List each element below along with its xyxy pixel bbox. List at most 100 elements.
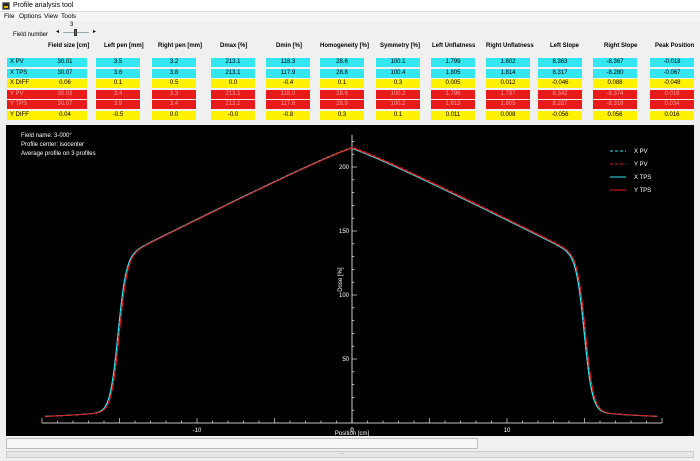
table-cell: 100.4 (376, 68, 420, 78)
series-line-x-pv (45, 147, 658, 417)
table-cell: -8.318 (593, 100, 637, 109)
menu-file[interactable]: File (4, 13, 14, 20)
table-cell: 8.342 (538, 89, 582, 99)
table-cell: 0.012 (486, 79, 530, 88)
table-cell: 1.805 (486, 100, 530, 109)
title-bar: Profile analysis tool (0, 0, 700, 12)
table-cell: 3.4 (152, 100, 196, 109)
y-tick-label: 150 (339, 229, 350, 235)
table-cell: 0.088 (593, 79, 637, 88)
table-cell: 0.5 (152, 79, 196, 88)
table-cell: -0.018 (650, 58, 694, 67)
table-cell: 0.016 (650, 110, 694, 120)
table-cell: 0.04 (43, 110, 87, 120)
menu-view[interactable]: View (44, 13, 58, 20)
plot-info-profile-center: Profile center: isocenter (21, 142, 85, 148)
table-cell: -0.4 (266, 79, 310, 88)
menu-bar: File Options View Tools (0, 12, 700, 21)
table-cell: 30.07 (43, 68, 87, 78)
col-dmin: Dmin [%] (276, 43, 302, 49)
table-cell: 118.0 (266, 89, 310, 99)
table-cell: 30.07 (43, 100, 87, 109)
x-tick-label: -10 (193, 428, 202, 434)
table-cell: 1.814 (486, 68, 530, 78)
legend-label: X TPS (634, 175, 651, 181)
menu-options[interactable]: Options (19, 13, 41, 20)
y-tick-label: 200 (339, 165, 350, 171)
col-peak-position: Peak Position (655, 43, 695, 49)
plot-svg: -10 0 10050100150200Position [cm]Dose [%]X… (41, 135, 663, 436)
table-cell: 100.2 (376, 100, 420, 109)
horizontal-scrollbar[interactable]: ⋯ (6, 451, 694, 458)
table-cell: 0.056 (593, 110, 637, 120)
row-label: X PV (7, 58, 43, 67)
series-line-y-pv (45, 146, 658, 417)
table-cell: 3.8 (152, 68, 196, 78)
table-cell: 100.1 (376, 58, 420, 67)
col-homogeneity: Homogeneity [%] (320, 43, 370, 49)
app-icon (2, 2, 10, 10)
table-cell: 1.813 (431, 100, 475, 109)
table-cell: 0.034 (650, 100, 694, 109)
slider-thumb[interactable] (74, 29, 77, 36)
table-cell: 1.796 (431, 89, 475, 99)
table-cell: 0.1 (320, 79, 364, 88)
row-label: Y PV (7, 89, 43, 99)
table-cell: 8.363 (538, 58, 582, 67)
slider-right-arrow-icon[interactable]: ▸ (92, 29, 97, 36)
col-left-unflatness: Left Unflatness (432, 43, 476, 49)
slider-left-arrow-icon[interactable]: ◂ (55, 29, 60, 36)
legend-label: X PV (634, 149, 648, 155)
table-cell: 213.1 (211, 68, 255, 78)
table-cell: 213.1 (211, 58, 255, 67)
table-cell: -8.374 (593, 89, 637, 99)
table-cell: -0.046 (538, 79, 582, 88)
table-cell: 3.4 (96, 89, 140, 99)
table-cell: 0.1 (376, 110, 420, 120)
table-cell: 0.3 (376, 79, 420, 88)
table-cell: 0.06 (43, 79, 87, 88)
col-right-pen: Right pen [mm] (158, 43, 202, 49)
table-cell: 3.2 (152, 58, 196, 67)
table-cell: 118.3 (266, 58, 310, 67)
col-dmax: Dmax [%] (220, 43, 248, 49)
field-number-slider[interactable]: ◂ ▸ (55, 28, 97, 37)
table-cell: 28.9 (320, 100, 364, 109)
table-cell: 28.6 (320, 89, 364, 99)
col-left-pen: Left pen [mm] (104, 43, 144, 49)
table-cell: -0.056 (538, 110, 582, 120)
menu-tools[interactable]: Tools (61, 13, 76, 20)
table-cell: 1.805 (431, 68, 475, 78)
table-cell: 28.8 (320, 68, 364, 78)
table-cell: 3.6 (96, 68, 140, 78)
field-number-label: Field number (13, 32, 49, 38)
y-axis-label: Dose [%] (338, 267, 344, 292)
table-cell: 3.9 (96, 100, 140, 109)
plot-info-average: Average profile on 3 profiles (21, 151, 96, 157)
table-cell: 30.03 (43, 89, 87, 99)
table-cell: -8.367 (593, 58, 637, 67)
table-cell: 117.9 (266, 68, 310, 78)
table-cell: 213.1 (211, 100, 255, 109)
y-tick-label: 50 (342, 357, 349, 363)
table-cell: 3.5 (96, 58, 140, 67)
table-cell: 1.799 (431, 58, 475, 67)
scrollbar-grip-icon[interactable]: ⋯ (339, 452, 344, 457)
table-cell: 117.6 (266, 100, 310, 109)
row-label: X TPS (7, 68, 43, 78)
table-cell: 0.008 (486, 110, 530, 120)
table-cell: -0.067 (650, 68, 694, 78)
table-cell: 0.0 (152, 110, 196, 120)
table-cell: 0.1 (96, 79, 140, 88)
row-label: Y TPS (7, 100, 43, 109)
col-field-size: Field size [cm] (48, 43, 90, 49)
table-cell: 8.287 (538, 100, 582, 109)
legend-label: Y PV (634, 162, 648, 168)
table-cell: -0.0 (211, 110, 255, 120)
row-label: Y DIFF (7, 110, 43, 120)
table-cell: 0.016 (650, 89, 694, 99)
col-symmetry: Symmetry [%] (380, 43, 421, 49)
table-cell: -0.8 (266, 110, 310, 120)
col-right-slope: Right Slope (604, 43, 638, 49)
table-cell: 1.797 (486, 89, 530, 99)
